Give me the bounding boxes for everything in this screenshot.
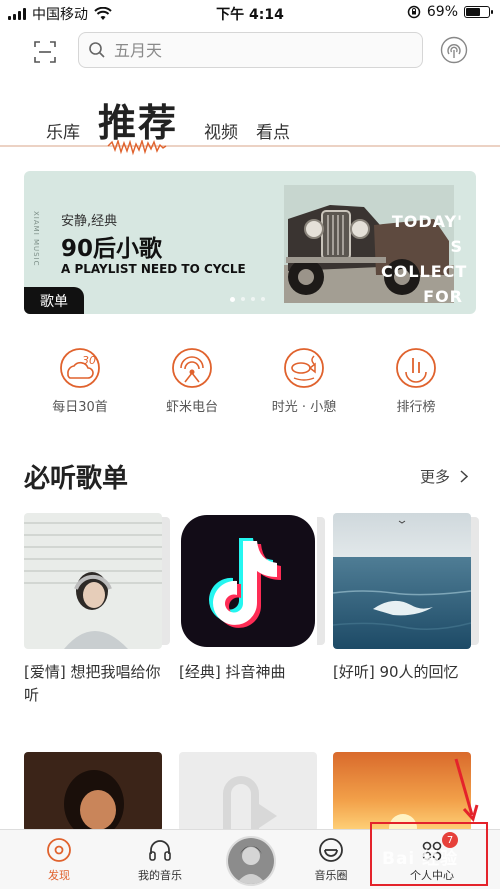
banner-subtitle: 安静,经典 [61,214,118,229]
playlist-caption: [好听] 90人的回忆 [333,663,459,681]
search-header [0,28,500,74]
headphones-girl-image [24,513,162,649]
ocean-wave-image [333,513,471,649]
quick-label: 虾米电台 [165,400,218,415]
nav-label: 音乐圈 [314,869,348,882]
battery-percent: 69% [426,4,458,20]
status-right: 69% [407,4,493,20]
playlist-cover [24,513,162,649]
page-dot [241,297,245,301]
nav-my-music[interactable]: 我的音乐 [120,836,200,883]
banner-tagline: A PLAYLIST NEED TO CYCLE [61,262,246,276]
radio-icon [172,348,212,388]
banner-title: 90后小歌 [61,236,163,262]
tab-recommend[interactable]: 推荐 [98,92,178,147]
banner-photo-text: TODAY' S COLLECT FOR YOU [381,212,468,314]
banner-brand: XIAMI MUSIC [32,211,40,267]
rotation-lock-icon [407,5,421,19]
quick-radio[interactable]: 虾米电台 [142,346,242,415]
playlist-cover [179,513,317,649]
banner-badge: 歌单 [24,287,84,314]
quick-label: 时光 · 小憩 [271,400,337,415]
nav-discover[interactable]: 发现 [19,836,99,883]
quick-time-rest[interactable]: 时光 · 小憩 [254,346,354,415]
playlist-card[interactable]: [爱情] 想把我唱给你听 [24,513,170,707]
avatar-image [228,838,274,884]
music-recognition-icon[interactable] [440,36,468,64]
chevron-right-icon [460,470,469,483]
page-dot [230,297,235,302]
playlist-card-partial[interactable] [24,752,162,832]
quick-label: 每日30首 [52,400,108,415]
more-label: 更多 [420,468,451,486]
quick-charts[interactable]: 排行榜 [366,346,466,415]
battery-icon [464,6,493,18]
playlist-card[interactable]: [经典] 抖音神曲 [179,513,325,684]
search-icon [89,42,105,58]
quick-label: 排行榜 [396,400,436,415]
page-dot [251,297,255,301]
search-input[interactable] [114,40,394,60]
music-circle-icon [319,838,343,862]
placeholder-cover-icon [179,752,317,832]
quick-daily-30[interactable]: 30 每日30首 [30,346,130,415]
portrait-cover-image [24,752,162,832]
tiktok-logo-icon [179,513,317,649]
svg-text:30: 30 [82,354,96,367]
banner-page-indicator [230,297,265,302]
more-button[interactable]: 更多 [420,466,469,487]
section-title: 必听歌单 [24,464,129,494]
nav-label: 我的音乐 [138,869,182,882]
page-dot [261,297,265,301]
annotation-highlight-box [370,822,488,886]
daily-30-icon: 30 [60,348,100,388]
tab-wave-underline [0,140,500,156]
scan-icon[interactable] [33,40,57,64]
playlist-card-partial[interactable] [179,752,317,832]
time-rest-icon [284,348,324,388]
now-playing-avatar[interactable] [226,836,276,886]
nav-music-circle[interactable]: 音乐圈 [291,836,371,883]
battery-level [466,8,480,16]
top-tabs: 乐库 推荐 视频 看点 [0,88,500,156]
nav-label: 发现 [48,869,70,882]
quick-entries: 30 每日30首 虾米电台 时光 · 小憩 排行榜 [0,346,500,416]
playlist-caption: [经典] 抖音神曲 [179,663,286,681]
playlist-cover [333,513,471,649]
annotation-arrow-icon [454,758,479,822]
discover-icon [47,838,71,862]
search-box[interactable] [78,32,423,68]
playlist-caption: [爱情] 想把我唱给你听 [24,663,161,704]
promo-banner[interactable]: XIAMI MUSIC 安静,经典 90后小歌 A PLAYLIST NEED … [24,171,476,314]
playlist-card[interactable]: [好听] 90人的回忆 [333,513,479,684]
headphones-icon [149,840,171,861]
status-bar: 中国移动 下午 4:14 69% [0,0,500,26]
chart-rank-icon [396,348,436,388]
